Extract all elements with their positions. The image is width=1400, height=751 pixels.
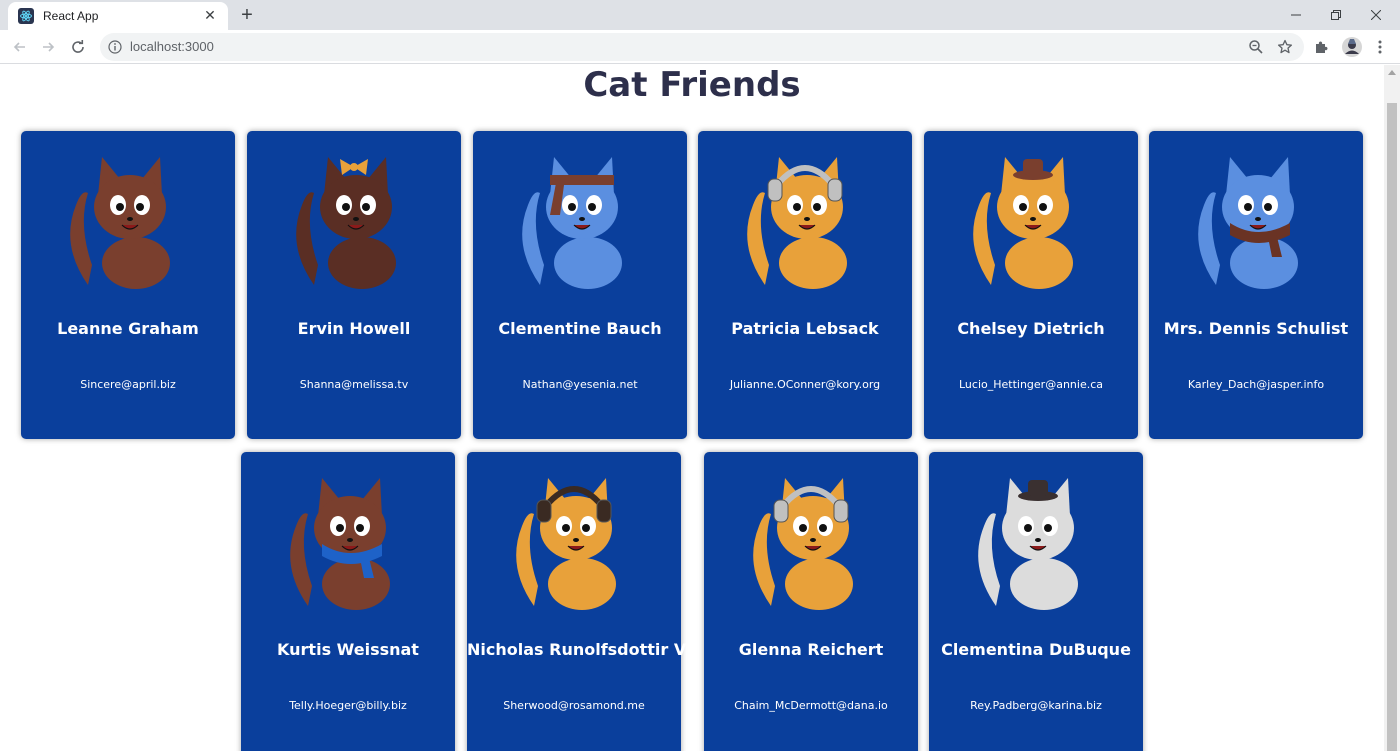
- cat-avatar-image: [510, 145, 650, 290]
- cat-name: Clementine Bauch: [498, 319, 662, 338]
- restore-icon: [1331, 10, 1341, 20]
- cat-email: Lucio_Hettinger@annie.ca: [959, 378, 1103, 391]
- scroll-up-arrow-icon[interactable]: [1388, 70, 1396, 75]
- tab-close-icon[interactable]: ✕: [202, 8, 218, 24]
- zoom-icon[interactable]: [1247, 38, 1265, 56]
- url-text: localhost:3000: [130, 39, 214, 54]
- cat-avatar-image: [735, 145, 875, 290]
- cat-avatar-image: [1186, 145, 1326, 290]
- cat-email: Telly.Hoeger@billy.biz: [289, 699, 407, 712]
- cat-avatar-image: [284, 145, 424, 290]
- browser-tab[interactable]: React App ✕: [8, 2, 228, 30]
- tab-strip: React App ✕ +: [0, 0, 1400, 30]
- menu-kebab-icon[interactable]: [1370, 37, 1390, 57]
- address-bar[interactable]: localhost:3000: [100, 33, 1304, 61]
- cat-email: Julianne.OConner@kory.org: [729, 378, 881, 391]
- cat-name: Mrs. Dennis Schulist: [1163, 319, 1349, 338]
- cat-email: Nathan@yesenia.net: [522, 378, 638, 391]
- page-viewport: Cat Friends Leanne Graham Sincere@april.…: [0, 65, 1384, 751]
- react-logo-icon: [18, 8, 34, 24]
- arrow-left-icon: [13, 42, 25, 52]
- cat-card[interactable]: Kurtis Weissnat Telly.Hoeger@billy.biz: [241, 452, 455, 751]
- cat-name: Nicholas Runolfsdottir V: [467, 640, 687, 659]
- page-scrollbar[interactable]: [1384, 65, 1400, 751]
- browser-toolbar: localhost:3000: [0, 30, 1400, 64]
- cat-card[interactable]: Mrs. Dennis Schulist Karley_Dach@jasper.…: [1149, 131, 1363, 439]
- cat-card[interactable]: Leanne Graham Sincere@april.biz: [21, 131, 235, 439]
- extensions-puzzle-icon[interactable]: [1311, 37, 1331, 57]
- cat-avatar-image: [504, 466, 644, 611]
- cat-name: Glenna Reichert: [738, 640, 884, 659]
- cat-name: Clementina DuBuque: [941, 640, 1131, 659]
- cat-avatar-image: [966, 466, 1106, 611]
- cat-name: Patricia Lebsack: [731, 319, 879, 338]
- tab-title: React App: [43, 9, 99, 23]
- cat-email: Karley_Dach@jasper.info: [1187, 378, 1325, 391]
- cat-email: Sherwood@rosamond.me: [503, 699, 645, 712]
- new-tab-button[interactable]: +: [236, 5, 258, 27]
- bookmark-star-icon[interactable]: [1276, 38, 1294, 56]
- restore-button[interactable]: [1316, 0, 1356, 30]
- close-window-button[interactable]: [1356, 0, 1396, 30]
- reload-button[interactable]: [66, 35, 90, 59]
- cat-email: Shanna@melissa.tv: [299, 378, 409, 391]
- page-title: Cat Friends: [583, 65, 801, 105]
- profile-avatar[interactable]: [1340, 35, 1364, 59]
- info-icon[interactable]: [108, 39, 122, 58]
- cat-avatar-image: [741, 466, 881, 611]
- forward-button[interactable]: [36, 35, 60, 59]
- reload-icon: [72, 40, 84, 53]
- cat-card[interactable]: Nicholas Runolfsdottir V Sherwood@rosamo…: [467, 452, 687, 751]
- cat-avatar-image: [961, 145, 1101, 290]
- cat-name: Ervin Howell: [297, 319, 411, 338]
- cat-card[interactable]: Ervin Howell Shanna@melissa.tv: [247, 131, 461, 439]
- cat-avatar-image: [278, 466, 418, 611]
- minimize-icon: [1291, 14, 1301, 16]
- cat-card[interactable]: Patricia Lebsack Julianne.OConner@kory.o…: [698, 131, 912, 439]
- cat-email: Rey.Padberg@karina.biz: [970, 699, 1102, 712]
- back-button[interactable]: [8, 35, 32, 59]
- cat-email: Sincere@april.biz: [80, 378, 176, 391]
- cat-name: Leanne Graham: [57, 319, 199, 338]
- scrollbar-thumb[interactable]: [1387, 103, 1397, 751]
- cat-card[interactable]: Chelsey Dietrich Lucio_Hettinger@annie.c…: [924, 131, 1138, 439]
- cat-email: Chaim_McDermott@dana.io: [734, 699, 888, 712]
- cat-card[interactable]: Glenna Reichert Chaim_McDermott@dana.io: [704, 452, 918, 751]
- cat-name: Kurtis Weissnat: [277, 640, 419, 659]
- minimize-button[interactable]: [1276, 0, 1316, 30]
- cat-name: Chelsey Dietrich: [957, 319, 1105, 338]
- cat-card[interactable]: Clementine Bauch Nathan@yesenia.net: [473, 131, 687, 439]
- cat-card[interactable]: Clementina DuBuque Rey.Padberg@karina.bi…: [929, 452, 1143, 751]
- arrow-right-icon: [43, 42, 55, 52]
- close-icon: [1371, 10, 1381, 20]
- cat-avatar-image: [58, 145, 198, 290]
